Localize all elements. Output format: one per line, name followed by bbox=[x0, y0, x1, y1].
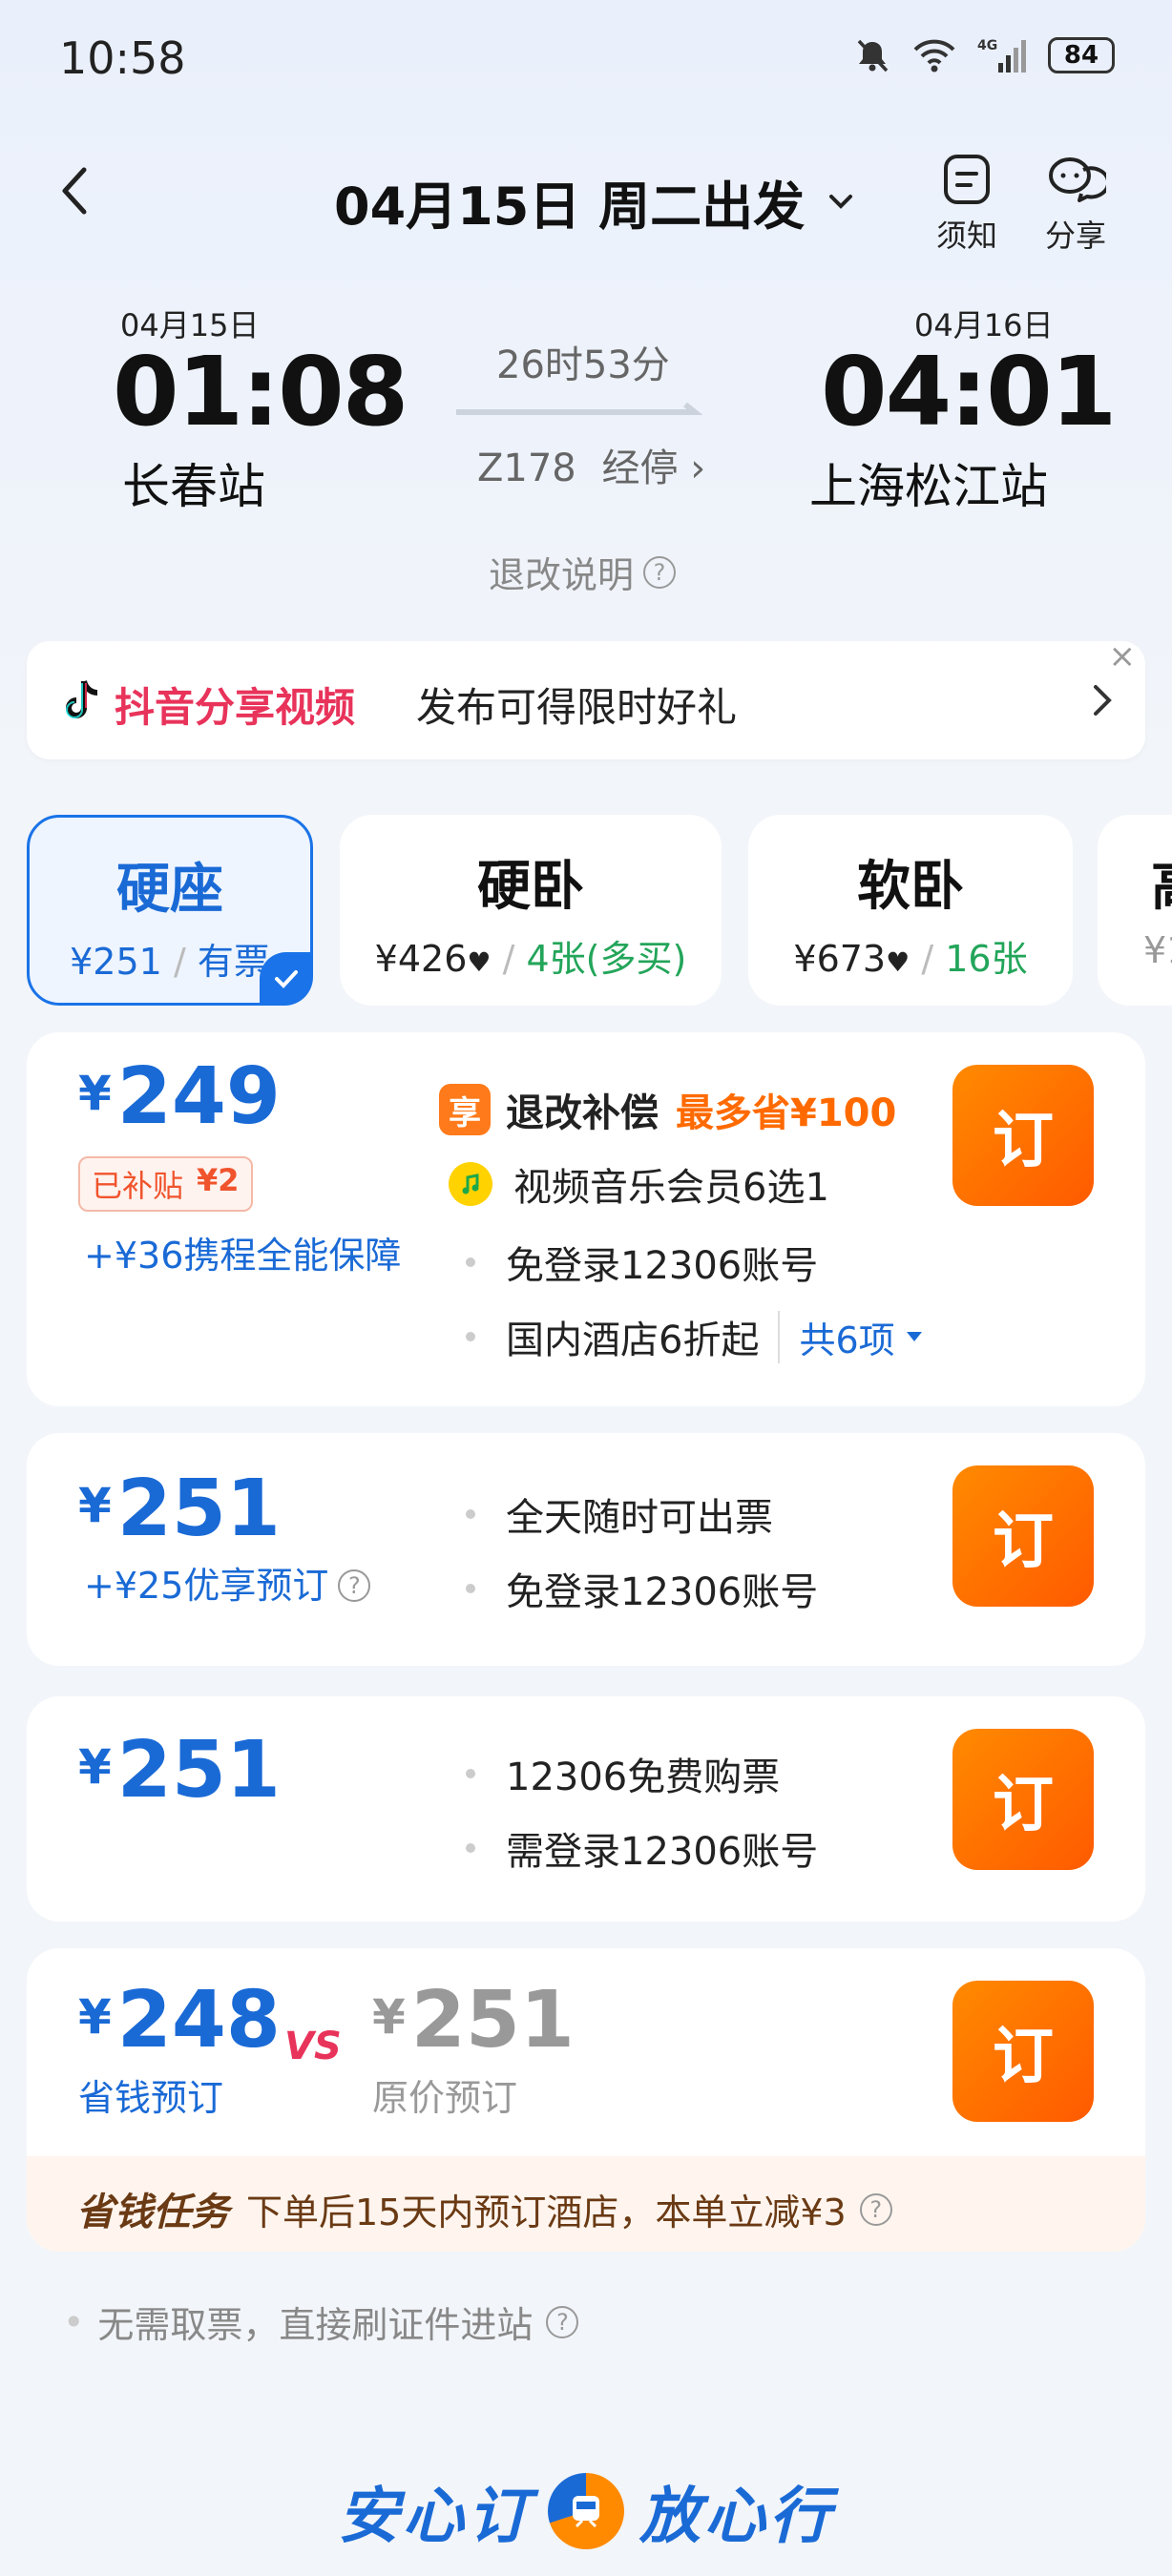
notice-doc-icon bbox=[944, 155, 990, 204]
chevron-right-icon bbox=[1094, 685, 1112, 716]
svg-text:4G: 4G bbox=[977, 38, 997, 53]
original-label: 原价预订 bbox=[372, 2077, 518, 2119]
promo-brand: 抖音分享视频 bbox=[115, 684, 356, 731]
tab-more-seat[interactable]: 高 ¥1 bbox=[1098, 815, 1172, 1006]
douyin-logo-icon bbox=[66, 680, 98, 718]
saving-task-logo: 省钱任务 bbox=[76, 2191, 229, 2234]
no-ticket-note: • 无需取票，直接刷证件进站 ? bbox=[63, 2296, 579, 2348]
help-icon[interactable]: ? bbox=[546, 2305, 579, 2338]
notice-label: 须知 bbox=[935, 218, 997, 254]
chevron-down-icon bbox=[829, 194, 853, 209]
signal-4g-icon: 4G bbox=[977, 38, 1026, 73]
top-nav: 04月15日 周二出发 须知 分享 bbox=[0, 143, 1172, 258]
offer-price: 249 bbox=[116, 1051, 281, 1142]
saving-task-text: 下单后15天内预订酒店，本单立减¥3 bbox=[246, 2192, 847, 2233]
premium-addon[interactable]: +¥25优享预订? bbox=[84, 1563, 371, 1609]
vs-badge: VS bbox=[284, 2025, 342, 2068]
book-button[interactable]: 订 bbox=[952, 1065, 1094, 1206]
train-number: Z178 bbox=[477, 447, 576, 490]
compensation-highlight: 最多省¥100 bbox=[676, 1091, 897, 1135]
insurance-addon[interactable]: +¥36携程全能保障 bbox=[84, 1233, 428, 1278]
more-features-link[interactable]: 共6项 bbox=[778, 1310, 923, 1363]
stops-label: 经停 bbox=[601, 447, 679, 490]
offer-card-1: ¥249 已补贴 ¥2 +¥36携程全能保障 享 退改补偿 最多省¥100 视频音… bbox=[27, 1032, 1145, 1406]
share-chat-icon bbox=[1049, 157, 1106, 202]
promo-banner[interactable]: 抖音分享视频 发布可得限时好礼 × bbox=[27, 637, 1145, 759]
offer-price: 251 bbox=[116, 1725, 281, 1816]
status-bar: 10:58 4G 84 bbox=[0, 0, 1172, 114]
book-button[interactable]: 订 bbox=[952, 1981, 1094, 2122]
book-button[interactable]: 订 bbox=[952, 1465, 1094, 1607]
arrive-station: 上海松江站 bbox=[809, 459, 1048, 514]
help-icon: ? bbox=[859, 2192, 892, 2226]
offer-card-4: ¥248 省钱预订 VS ¥251 原价预订 订 省钱任务 下单后15天内预订酒… bbox=[27, 1948, 1145, 2252]
arrive-time: 04:01 bbox=[821, 336, 1117, 447]
share-button[interactable]: 分享 bbox=[1033, 153, 1119, 256]
caret-down-icon bbox=[906, 1332, 922, 1341]
saving-task-bar[interactable]: 省钱任务 下单后15天内预订酒店，本单立减¥3 ? bbox=[27, 2156, 1145, 2252]
offer-price: 248 bbox=[116, 1975, 281, 2066]
enjoy-badge-icon: 享 bbox=[439, 1084, 491, 1135]
trip-duration: 26时53分 bbox=[496, 343, 670, 387]
tab-hard-sleeper[interactable]: 硬卧 ¥426♥ / 4张(多买) bbox=[340, 815, 722, 1006]
refund-policy-link[interactable]: 退改说明 ? bbox=[489, 546, 677, 598]
heart-icon: ♥ bbox=[467, 946, 492, 978]
check-icon bbox=[260, 952, 313, 1006]
heart-icon: ♥ bbox=[886, 946, 910, 978]
status-time: 10:58 bbox=[59, 32, 186, 84]
feature-video: 视频音乐会员6选1 bbox=[513, 1166, 829, 1210]
promo-text: 发布可得限时好礼 bbox=[416, 684, 738, 731]
offer-card-3: ¥251 12306免费购票 需登录12306账号 订 bbox=[27, 1696, 1145, 1922]
brand-slogan: 安心订 放心行 bbox=[0, 2467, 1172, 2555]
feature-hotel: 国内酒店6折起 bbox=[506, 1319, 760, 1362]
saving-label: 省钱预订 bbox=[78, 2077, 224, 2119]
close-icon[interactable]: × bbox=[1109, 637, 1137, 675]
train-logo-icon bbox=[548, 2473, 624, 2549]
battery-icon: 84 bbox=[1048, 37, 1115, 73]
wifi-icon bbox=[913, 39, 955, 73]
depart-station: 长春站 bbox=[122, 459, 265, 514]
page-title: 04月15日 周二出发 bbox=[334, 177, 806, 237]
seat-type-tabs: 硬座 ¥251 / 有票 硬卧 ¥426♥ / 4张(多买) 软卧 ¥673♥ … bbox=[0, 811, 1172, 1011]
chevron-left-icon[interactable] bbox=[48, 162, 105, 219]
original-price: 251 bbox=[410, 1975, 575, 2066]
train-stops-link[interactable]: Z178 经停 › bbox=[477, 437, 705, 492]
book-button[interactable]: 订 bbox=[952, 1729, 1094, 1870]
share-label: 分享 bbox=[1044, 218, 1106, 254]
date-selector[interactable]: 04月15日 周二出发 bbox=[334, 164, 858, 239]
help-icon: ? bbox=[643, 555, 677, 589]
depart-time: 01:08 bbox=[113, 336, 408, 447]
tab-soft-sleeper[interactable]: 软卧 ¥673♥ / 16张 bbox=[748, 815, 1073, 1006]
subsidy-badge: 已补贴 ¥2 bbox=[78, 1156, 253, 1212]
help-icon: ? bbox=[338, 1569, 371, 1602]
route-arrow bbox=[456, 403, 703, 415]
route-summary: 04月15日 01:08 长春站 26时53分 Z178 经停 › 04月16日… bbox=[0, 296, 1172, 596]
offer-price: 251 bbox=[116, 1464, 281, 1554]
tab-hard-seat[interactable]: 硬座 ¥251 / 有票 bbox=[27, 815, 313, 1006]
mute-bell-icon bbox=[857, 39, 889, 73]
offer-card-2: ¥251 +¥25优享预订? 全天随时可出票 免登录12306账号 订 bbox=[27, 1433, 1145, 1666]
feature-login: 免登录12306账号 bbox=[506, 1244, 819, 1288]
chevron-right-icon: › bbox=[690, 447, 706, 490]
notice-button[interactable]: 须知 bbox=[924, 153, 1010, 256]
compensation-label: 退改补偿 bbox=[506, 1091, 659, 1135]
music-note-icon bbox=[449, 1162, 492, 1206]
